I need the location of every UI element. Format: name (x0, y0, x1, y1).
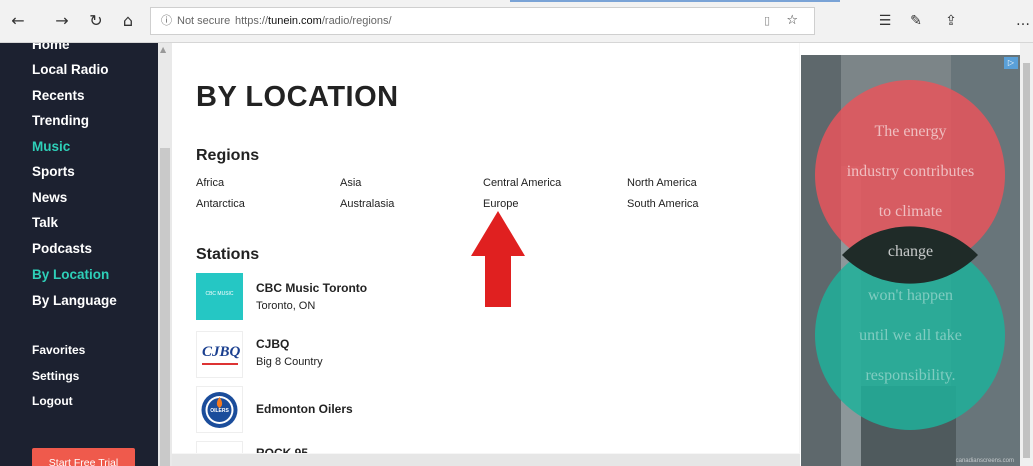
ad-text-line: change (887, 243, 934, 260)
sidebar-item-logout[interactable]: Logout (32, 394, 73, 408)
region-link-asia[interactable]: Asia (340, 177, 361, 189)
browser-toolbar: ← → ↻ ⌂ ⓘ Not secure https://tunein.com/… (0, 0, 1033, 43)
ad-footer: canadianscreens.com (955, 458, 1014, 464)
sidebar-item-news[interactable]: News (32, 190, 67, 205)
page-scrollbar[interactable] (1020, 43, 1033, 466)
sidebar-item-by-location[interactable]: By Location (32, 267, 109, 282)
ad-text-line: The energy (874, 123, 947, 140)
sidebar-scroll-thumb[interactable] (160, 148, 170, 466)
region-link-europe[interactable]: Europe (483, 198, 518, 210)
page-title: BY LOCATION (196, 81, 399, 113)
station-logo-edmonton-oilers[interactable]: OILERS (196, 386, 243, 433)
start-free-trial-button[interactable]: Start Free Trial (32, 448, 135, 466)
sidebar-item-local-radio[interactable]: Local Radio (32, 62, 109, 77)
sidebar-item-home[interactable]: Home (32, 43, 70, 52)
sidebar-item-podcasts[interactable]: Podcasts (32, 241, 92, 256)
station-logo-text: CBC MUSIC (205, 291, 234, 297)
station-name[interactable]: Edmonton Oilers (256, 402, 353, 416)
share-icon[interactable]: ⇪ (940, 9, 962, 33)
refresh-icon[interactable]: ↻ (84, 9, 108, 33)
ad-text-line: won't happen (867, 287, 954, 304)
station-subtitle: Toronto, ON (256, 300, 316, 312)
main-content: BY LOCATION Regions Africa Asia Central … (172, 43, 800, 466)
region-link-north-america[interactable]: North America (627, 177, 697, 189)
ad-text-line: until we all take (859, 327, 962, 344)
address-bar[interactable]: ⓘ Not secure https://tunein.com/radio/re… (150, 7, 815, 35)
station-logo-text: OILERS (210, 408, 229, 414)
region-link-south-america[interactable]: South America (627, 198, 699, 210)
station-logo-cbc-music[interactable]: CBC MUSIC (196, 273, 243, 320)
reading-view-icon[interactable]: ▯ (764, 8, 770, 34)
sidebar-item-talk[interactable]: Talk (32, 215, 58, 230)
sidebar-item-favorites[interactable]: Favorites (32, 343, 85, 357)
forward-icon[interactable]: → (50, 9, 74, 33)
stations-heading: Stations (196, 246, 260, 263)
logo-stripe (202, 363, 238, 365)
station-name[interactable]: ROCK 95 (256, 446, 308, 453)
advertisement[interactable]: ▷ The energy industry contributes to cli… (801, 55, 1020, 466)
sidebar: Home Local Radio Recents Trending Music … (0, 43, 158, 466)
page-scroll-thumb[interactable] (1023, 63, 1030, 458)
sidebar-item-recents[interactable]: Recents (32, 88, 85, 103)
station-name[interactable]: CJBQ (256, 337, 289, 351)
pen-icon[interactable]: ✎ (905, 9, 927, 33)
back-icon[interactable]: ← (6, 9, 30, 33)
active-tab-indicator (510, 0, 840, 2)
ad-text-line: industry contributes (846, 163, 975, 180)
sidebar-item-sports[interactable]: Sports (32, 164, 75, 179)
sidebar-item-by-language[interactable]: By Language (32, 293, 117, 308)
region-link-antarctica[interactable]: Antarctica (196, 198, 245, 210)
sidebar-item-music[interactable]: Music (32, 139, 70, 154)
regions-heading: Regions (196, 147, 260, 164)
scroll-up-icon[interactable]: ▲ (160, 45, 166, 54)
red-arrow-annotation (471, 211, 525, 307)
station-logo-cjbq[interactable]: CJBQ (196, 331, 243, 378)
horizontal-scrollbar[interactable] (172, 454, 800, 466)
not-secure-label: Not secure (177, 15, 231, 27)
favorite-star-icon[interactable]: ☆ (786, 8, 798, 34)
region-link-africa[interactable]: Africa (196, 177, 224, 189)
ad-text-line: to climate (878, 203, 943, 220)
sidebar-item-trending[interactable]: Trending (32, 113, 89, 128)
station-name[interactable]: CBC Music Toronto (256, 281, 367, 295)
ad-text-line: responsibility. (865, 367, 956, 384)
sidebar-scrollbar[interactable]: ▲ (158, 43, 172, 466)
station-logo-rock-95[interactable] (196, 441, 243, 453)
content-panel: BY LOCATION Regions Africa Asia Central … (172, 43, 799, 453)
region-link-australasia[interactable]: Australasia (340, 198, 394, 210)
sidebar-item-settings[interactable]: Settings (32, 369, 79, 383)
url-text: https://tunein.com/radio/regions/ (235, 15, 392, 27)
info-icon[interactable]: ⓘ (161, 8, 172, 34)
region-link-central-america[interactable]: Central America (483, 177, 561, 189)
home-icon[interactable]: ⌂ (116, 9, 140, 33)
station-subtitle: Big 8 Country (256, 356, 323, 368)
station-logo-text: CJBQ (202, 344, 241, 360)
more-icon[interactable]: … (1012, 9, 1033, 33)
favorites-list-icon[interactable]: ☰ (874, 9, 896, 33)
adchoices-icon[interactable]: ▷ (1004, 57, 1018, 69)
